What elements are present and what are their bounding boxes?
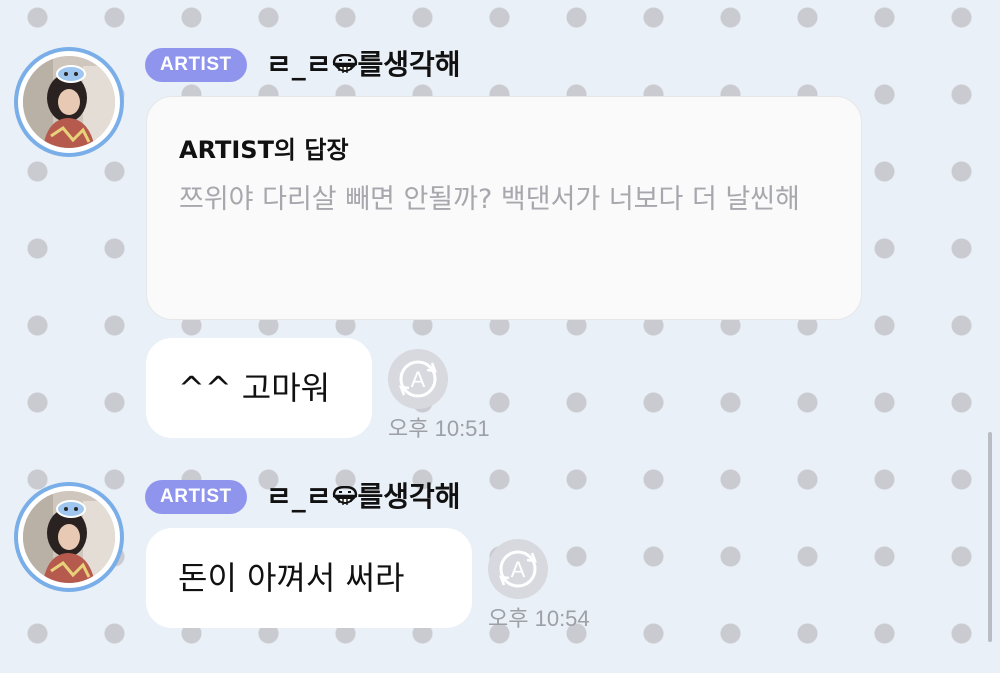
author-nickname[interactable]: ㄹ_ㄹ 를생각해 [266, 479, 461, 515]
artist-badge: ARTIST [145, 48, 247, 82]
grinning-face-icon [332, 481, 358, 505]
message-text: ^^ 고마워 [178, 369, 331, 407]
avatar-photo [23, 491, 115, 583]
avatar[interactable] [14, 47, 124, 157]
message-text: 돈이 아껴서 써라 [178, 559, 405, 597]
scrollbar[interactable] [988, 432, 992, 642]
avatar[interactable] [14, 482, 124, 592]
svg-text:A: A [411, 367, 426, 392]
reply-title: ARTIST의 답장 [179, 136, 349, 164]
author-nickname[interactable]: ㄹ_ㄹ 를생각해 [266, 47, 461, 83]
reply-quote-card[interactable]: ARTIST의 답장 쯔위야 다리살 빼면 안될까? 백댄서가 너보다 더 날씬… [146, 96, 862, 320]
nickname-text: ㄹ_ㄹ [266, 48, 332, 81]
message-group: ARTIST ㄹ_ㄹ 를생각해 ARTIST의 답장 쯔위야 다리살 빼면 안될까… [0, 0, 1000, 450]
translate-a-icon: A [499, 550, 537, 588]
nickname-text: ㄹ_ㄹ [266, 480, 332, 513]
message-group: ARTIST ㄹ_ㄹ 를생각해 돈이 아껴서 써라 A 오후 10:54 [0, 460, 1000, 673]
message-timestamp: 오후 10:54 [488, 606, 590, 631]
grinning-face-icon [332, 49, 358, 73]
nickname-suffix: 를생각해 [357, 48, 461, 81]
artist-badge: ARTIST [145, 480, 247, 514]
avatar-photo [23, 56, 115, 148]
translate-button[interactable]: A [488, 539, 548, 599]
message-bubble[interactable]: 돈이 아껴서 써라 [146, 528, 472, 628]
svg-text:A: A [511, 557, 526, 582]
translate-button[interactable]: A [388, 349, 448, 409]
message-bubble[interactable]: ^^ 고마워 [146, 338, 372, 438]
nickname-suffix: 를생각해 [357, 480, 461, 513]
reply-body: 쯔위야 다리살 빼면 안될까? 백댄서가 너보다 더 날씬해 [179, 184, 800, 215]
translate-a-icon: A [399, 360, 437, 398]
message-timestamp: 오후 10:51 [388, 416, 490, 441]
